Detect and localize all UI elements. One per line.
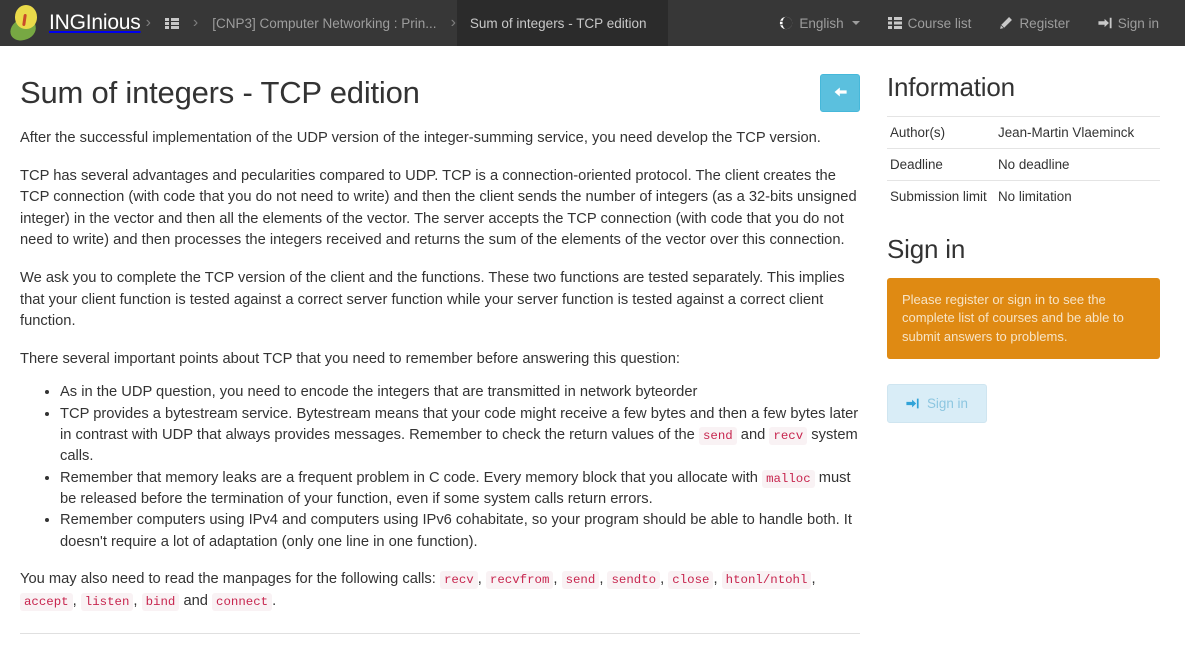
chevron-right-icon: › xyxy=(145,14,151,31)
sidebar-column: Information Author(s) Jean-Martin Vlaemi… xyxy=(880,46,1185,634)
chevron-right-icon: › xyxy=(450,14,456,31)
manpages-conjunction: and xyxy=(183,592,208,609)
navbar-right-group: English Course list Register Sign in xyxy=(765,0,1185,46)
table-row: Deadline No deadline xyxy=(887,148,1160,181)
bullet-memleak-text-a: Remember that memory leaks are a frequen… xyxy=(60,469,758,486)
code-recvfrom: recvfrom xyxy=(485,570,554,589)
inginious-bulb-logo-icon xyxy=(8,3,42,43)
register-label: Register xyxy=(1019,15,1070,31)
back-button[interactable] xyxy=(820,74,860,112)
register-link[interactable]: Register xyxy=(985,0,1083,46)
paragraph-manpages: You may also need to read the manpages f… xyxy=(20,570,816,611)
arrow-left-icon xyxy=(833,85,848,102)
table-row: Author(s) Jean-Martin Vlaeminck xyxy=(887,116,1160,149)
navbar-left-group: INGInious › › [CNP3] Computer Networking… xyxy=(0,0,765,46)
list-item: Remember that memory leaks are a frequen… xyxy=(60,468,860,511)
section-divider xyxy=(20,633,860,635)
bullet-ipv4-ipv6-text: Remember computers using IPv4 and comput… xyxy=(60,512,852,550)
breadcrumb-item-current: Sum of integers - TCP edition xyxy=(456,0,669,46)
information-table: Author(s) Jean-Martin Vlaeminck Deadline… xyxy=(887,116,1160,212)
top-navbar: INGInious › › [CNP3] Computer Networking… xyxy=(0,0,1185,46)
info-value-deadline: No deadline xyxy=(995,148,1160,181)
list-icon xyxy=(887,17,902,29)
paragraph-intro: After the successful implementation of t… xyxy=(20,130,821,146)
bullet-bytestream-text-a: TCP provides a bytestream service. Bytes… xyxy=(60,405,859,444)
info-key-deadline: Deadline xyxy=(887,148,995,181)
chevron-down-icon xyxy=(851,21,860,25)
code-send: send xyxy=(561,570,600,589)
list-item: TCP provides a bytestream service. Bytes… xyxy=(60,404,860,468)
code-sendto: sendto xyxy=(607,570,661,589)
paragraph-points-lead: There several important points about TCP… xyxy=(20,350,680,367)
signin-alert-message: Please register or sign in to see the co… xyxy=(887,278,1160,360)
course-list-label: Course list xyxy=(907,15,972,31)
code-recv: recv xyxy=(769,427,808,446)
pencil-icon xyxy=(999,16,1013,30)
title-row: Sum of integers - TCP edition xyxy=(20,68,860,112)
info-value-submission-limit: No limitation xyxy=(995,180,1160,212)
bullet-bytestream-conj: and xyxy=(740,427,766,444)
sidebar-sign-in-label: Sign in xyxy=(927,396,968,412)
sidebar-sign-in-button[interactable]: Sign in xyxy=(887,384,987,424)
signin-heading: Sign in xyxy=(887,234,966,264)
information-heading: Information xyxy=(887,72,1015,102)
manpages-lead: You may also need to read the manpages f… xyxy=(20,570,436,587)
code-recv: recv xyxy=(439,570,478,589)
problem-description: After the successful implementation of t… xyxy=(20,128,860,635)
sign-in-icon xyxy=(1098,16,1112,30)
sign-in-label: Sign in xyxy=(1117,15,1159,31)
breadcrumb-item-course[interactable]: [CNP3] Computer Networking : Prin... xyxy=(199,0,449,46)
tcp-points-list: As in the UDP question, you need to enco… xyxy=(20,382,860,553)
course-grid-icon xyxy=(164,17,179,29)
info-value-authors: Jean-Martin Vlaeminck xyxy=(995,116,1160,149)
language-selector[interactable]: English xyxy=(765,0,873,46)
table-row: Submission limit No limitation xyxy=(887,180,1160,212)
info-key-submission-limit: Submission limit xyxy=(887,180,995,212)
code-malloc: malloc xyxy=(762,469,815,488)
brand-title: INGInious xyxy=(49,11,141,34)
info-key-authors: Author(s) xyxy=(887,116,995,149)
sign-in-link[interactable]: Sign in xyxy=(1084,0,1173,46)
chevron-right-icon: › xyxy=(192,14,199,31)
breadcrumb-course-list-link[interactable] xyxy=(152,0,192,46)
paragraph-task: We ask you to complete the TCP version o… xyxy=(20,270,845,330)
page-body: Sum of integers - TCP edition After the … xyxy=(0,46,1185,635)
sign-in-icon xyxy=(906,397,919,410)
list-item: Remember computers using IPv4 and comput… xyxy=(60,510,860,553)
page-title: Sum of integers - TCP edition xyxy=(20,75,420,110)
code-bind: bind xyxy=(141,592,180,611)
course-list-link[interactable]: Course list xyxy=(874,0,986,46)
main-content-column: Sum of integers - TCP edition After the … xyxy=(0,46,880,635)
code-close: close xyxy=(668,570,714,589)
bullet-byteorder-text: As in the UDP question, you need to enco… xyxy=(60,384,698,401)
code-accept: accept xyxy=(20,592,73,611)
breadcrumb: › › [CNP3] Computer Networking : Prin...… xyxy=(145,0,766,46)
language-label: English xyxy=(799,15,844,31)
paragraph-tcp-overview: TCP has several advantages and pecularit… xyxy=(20,167,857,249)
code-send: send xyxy=(698,427,737,446)
brand-home-link[interactable]: INGInious xyxy=(0,0,145,46)
code-connect: connect xyxy=(212,592,273,611)
list-item: As in the UDP question, you need to enco… xyxy=(60,382,860,403)
code-htonl-ntohl: htonl/ntohl xyxy=(721,570,812,589)
globe-icon xyxy=(779,16,793,30)
code-listen: listen xyxy=(80,592,134,611)
